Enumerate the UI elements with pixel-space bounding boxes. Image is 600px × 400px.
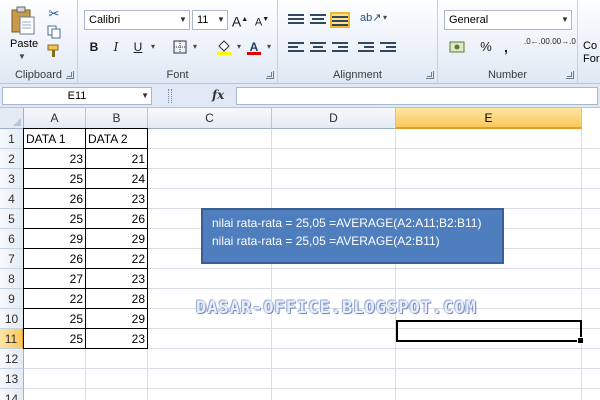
formula-input[interactable]: [236, 87, 598, 105]
chevron-down-icon[interactable]: ▼: [177, 11, 189, 29]
borders-button[interactable]: [170, 37, 197, 57]
column-gridline: [395, 129, 396, 400]
chevron-down-icon[interactable]: ▼: [559, 11, 571, 29]
fill-color-button[interactable]: [214, 37, 241, 57]
font-group: Calibri ▼ 11 ▼ A▲ A▼ B I U A Font: [78, 0, 278, 84]
data-table-row-line: [23, 148, 148, 149]
name-box-value: E11: [67, 90, 87, 102]
row-header-12[interactable]: 12: [0, 349, 24, 369]
column-header-c[interactable]: C: [148, 108, 272, 129]
row-header-2[interactable]: 2: [0, 149, 24, 169]
formula-bar-splitter[interactable]: [168, 89, 172, 103]
select-all-corner[interactable]: [0, 108, 24, 129]
column-header-b[interactable]: B: [86, 108, 148, 129]
font-launcher-icon[interactable]: [266, 71, 274, 79]
row-header-11[interactable]: 11: [0, 329, 24, 349]
increase-indent-icon[interactable]: [380, 42, 396, 54]
active-cell-e11[interactable]: [396, 320, 584, 344]
styles-group: Co For: [578, 0, 600, 84]
grow-font-button[interactable]: A▲: [230, 10, 250, 30]
row-header-6[interactable]: 6: [0, 229, 24, 249]
row-header-10[interactable]: 10: [0, 309, 24, 329]
row-header-8[interactable]: 8: [0, 269, 24, 289]
number-group: General ▼ % , .0←.00 .00→.0 Number: [438, 0, 578, 84]
bold-button[interactable]: B: [84, 37, 104, 57]
row-header-7[interactable]: 7: [0, 249, 24, 269]
row-header-9[interactable]: 9: [0, 289, 24, 309]
font-name-combo[interactable]: Calibri ▼: [84, 10, 190, 30]
bottom-align-icon[interactable]: [330, 12, 350, 28]
align-center-icon[interactable]: [310, 42, 326, 54]
align-right-icon[interactable]: [332, 42, 348, 54]
copy-icon[interactable]: [46, 25, 62, 41]
text-box-line-2: nilai rata-rata = 25,05 =AVERAGE(A2:B11): [212, 234, 440, 248]
row-header-13[interactable]: 13: [0, 369, 24, 389]
column-gridline: [271, 129, 272, 400]
row-gridline: [24, 388, 600, 389]
text-box-shape[interactable]: nilai rata-rata = 25,05 =AVERAGE(A2:A11;…: [201, 208, 504, 264]
insert-function-icon[interactable]: fx: [212, 88, 224, 102]
column-gridline: [581, 129, 582, 400]
column-header-d[interactable]: D: [272, 108, 396, 129]
font-color-button[interactable]: A: [244, 37, 271, 57]
decrease-indent-icon[interactable]: [358, 42, 374, 54]
decrease-decimal-button[interactable]: .00→.0: [550, 37, 576, 57]
middle-align-icon[interactable]: [310, 14, 326, 26]
number-format-combo[interactable]: General ▼: [444, 10, 572, 30]
font-size-value: 11: [197, 14, 209, 26]
data-table-row-line: [23, 268, 148, 269]
alignment-group-label: Alignment: [333, 69, 382, 81]
paste-dropdown-icon[interactable]: ▼: [18, 52, 26, 61]
increase-decimal-button[interactable]: .0←.00: [524, 37, 550, 57]
data-table-row-line: [23, 188, 148, 189]
italic-button[interactable]: I: [106, 37, 126, 57]
cut-icon[interactable]: ✂: [46, 6, 62, 22]
currency-button[interactable]: [446, 37, 470, 57]
formula-bar: E11 ▼ fx: [0, 84, 600, 108]
watermark: DASAR-OFFICE.BLOGSPOT.COM: [196, 298, 477, 318]
number-group-label: Number: [487, 69, 528, 81]
font-group-label: Font: [166, 69, 189, 81]
paste-button[interactable]: Paste: [10, 38, 38, 50]
shrink-font-button[interactable]: A▼: [252, 10, 272, 30]
name-box[interactable]: E11 ▼: [2, 87, 152, 105]
row-gridline: [24, 368, 600, 369]
underline-button[interactable]: U: [128, 37, 155, 57]
clipboard-launcher-icon[interactable]: [66, 71, 74, 79]
alignment-launcher-icon[interactable]: [426, 71, 434, 79]
clipboard-group: Paste ▼ ✂ Clipboard: [0, 0, 78, 84]
ribbon: Paste ▼ ✂ Clipboard Calibri ▼ 11 ▼ A▲ A▼…: [0, 0, 600, 84]
data-table-row-line: [23, 228, 148, 229]
column-header-e[interactable]: E: [396, 108, 582, 129]
column-header-a[interactable]: A: [24, 108, 86, 129]
data-table-row-line: [23, 288, 148, 289]
conditional-formatting-button[interactable]: Co For: [583, 40, 600, 66]
font-size-combo[interactable]: 11 ▼: [192, 10, 228, 30]
data-table-row-line: [23, 168, 148, 169]
format-painter-icon[interactable]: [46, 44, 62, 60]
top-align-icon[interactable]: [288, 14, 304, 26]
data-table-row-line: [23, 248, 148, 249]
text-box-line-1: nilai rata-rata = 25,05 =AVERAGE(A2:A11;…: [212, 216, 482, 230]
align-left-icon[interactable]: [288, 42, 304, 54]
data-table-row-line: [23, 308, 148, 309]
row-header-5[interactable]: 5: [0, 209, 24, 229]
comma-style-button[interactable]: ,: [498, 37, 514, 57]
percent-button[interactable]: %: [478, 37, 494, 57]
data-table-row-line: [23, 208, 148, 209]
row-header-1[interactable]: 1: [0, 129, 24, 149]
orientation-icon[interactable]: ab↗: [360, 8, 387, 28]
row-header-3[interactable]: 3: [0, 169, 24, 189]
paste-icon[interactable]: [10, 6, 36, 36]
row-header-14[interactable]: 14: [0, 389, 24, 400]
font-name-value: Calibri: [89, 14, 121, 26]
number-launcher-icon[interactable]: [566, 71, 574, 79]
alignment-group: ab↗ Alignment: [278, 0, 438, 84]
chevron-down-icon[interactable]: ▼: [215, 11, 227, 29]
row-header-4[interactable]: 4: [0, 189, 24, 209]
chevron-down-icon[interactable]: ▼: [141, 88, 149, 104]
data-table-row-line: [23, 328, 148, 329]
data-table-divider: [85, 128, 86, 349]
number-format-value: General: [449, 14, 489, 26]
